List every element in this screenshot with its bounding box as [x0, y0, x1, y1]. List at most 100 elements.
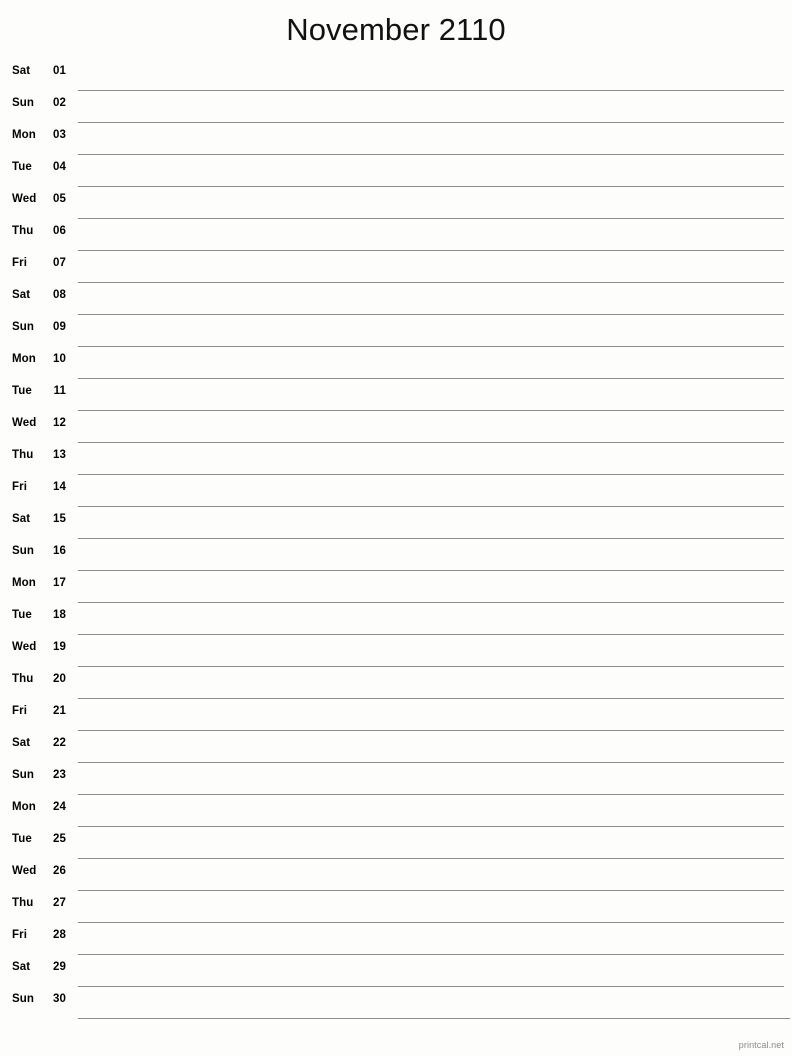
day-label-group: Wed 19	[0, 635, 78, 654]
note-writing-line[interactable]	[78, 187, 784, 219]
day-row: Tue 18	[0, 603, 792, 635]
day-label-group: Fri 07	[0, 251, 78, 270]
date-number: 23	[53, 769, 66, 781]
date-number: 01	[53, 65, 66, 77]
note-writing-line[interactable]	[78, 571, 784, 603]
date-number: 03	[53, 129, 66, 141]
day-row: Mon 17	[0, 571, 792, 603]
footer-brand: printcal.net	[738, 1040, 784, 1050]
note-writing-line[interactable]	[78, 251, 784, 283]
note-writing-line[interactable]	[78, 859, 784, 891]
note-writing-line[interactable]	[78, 155, 784, 187]
note-writing-line[interactable]	[78, 443, 784, 475]
note-writing-line[interactable]	[78, 507, 784, 539]
day-row: Fri 14	[0, 475, 792, 507]
weekday-label: Tue	[12, 609, 32, 621]
note-writing-line[interactable]	[78, 891, 784, 923]
day-row: Thu 13	[0, 443, 792, 475]
weekday-label: Mon	[12, 577, 36, 589]
weekday-label: Sat	[12, 961, 31, 973]
note-writing-line[interactable]	[78, 667, 784, 699]
note-writing-line[interactable]	[78, 59, 784, 91]
day-label-group: Tue 18	[0, 603, 78, 622]
day-label-group: Fri 21	[0, 699, 78, 718]
day-label-group: Wed 26	[0, 859, 78, 878]
weekday-label: Wed	[12, 641, 37, 653]
note-writing-line[interactable]	[78, 987, 790, 1019]
note-writing-line[interactable]	[78, 123, 784, 155]
note-writing-line[interactable]	[78, 603, 784, 635]
date-number: 14	[53, 481, 66, 493]
day-row: Fri 21	[0, 699, 792, 731]
weekday-label: Wed	[12, 865, 37, 877]
date-number: 08	[53, 289, 66, 301]
day-label-group: Sun 30	[0, 987, 78, 1006]
note-writing-line[interactable]	[78, 475, 784, 507]
day-row: Sat 08	[0, 283, 792, 315]
day-label-group: Sat 08	[0, 283, 78, 302]
day-row: Mon 10	[0, 347, 792, 379]
date-number: 18	[53, 609, 66, 621]
weekday-label: Thu	[12, 449, 34, 461]
day-row: Sat 01	[0, 59, 792, 91]
day-label-group: Sat 22	[0, 731, 78, 750]
date-number: 21	[53, 705, 66, 717]
day-row: Thu 27	[0, 891, 792, 923]
day-label-group: Tue 25	[0, 827, 78, 846]
date-number: 19	[53, 641, 66, 653]
date-number: 06	[53, 225, 66, 237]
note-writing-line[interactable]	[78, 315, 784, 347]
date-number: 22	[53, 737, 66, 749]
weekday-label: Wed	[12, 417, 37, 429]
note-writing-line[interactable]	[78, 91, 784, 123]
day-row: Mon 03	[0, 123, 792, 155]
date-number: 09	[53, 321, 66, 333]
day-label-group: Mon 24	[0, 795, 78, 814]
weekday-label: Fri	[12, 481, 27, 493]
note-writing-line[interactable]	[78, 219, 784, 251]
weekday-label: Mon	[12, 801, 36, 813]
note-writing-line[interactable]	[78, 795, 784, 827]
date-number: 16	[53, 545, 66, 557]
day-label-group: Sat 01	[0, 59, 78, 78]
weekday-label: Sat	[12, 513, 31, 525]
date-number: 20	[53, 673, 66, 685]
note-writing-line[interactable]	[78, 635, 784, 667]
weekday-label: Sun	[12, 97, 35, 109]
day-label-group: Thu 13	[0, 443, 78, 462]
note-writing-line[interactable]	[78, 411, 784, 443]
note-writing-line[interactable]	[78, 699, 784, 731]
day-label-group: Sun 02	[0, 91, 78, 110]
date-number: 05	[53, 193, 66, 205]
note-writing-line[interactable]	[78, 379, 784, 411]
day-label-group: Sat 29	[0, 955, 78, 974]
date-number: 12	[53, 417, 66, 429]
day-label-group: Sat 15	[0, 507, 78, 526]
day-label-group: Thu 20	[0, 667, 78, 686]
note-writing-line[interactable]	[78, 763, 784, 795]
day-label-group: Mon 10	[0, 347, 78, 366]
note-writing-line[interactable]	[78, 283, 784, 315]
day-row: Fri 28	[0, 923, 792, 955]
date-number: 29	[53, 961, 66, 973]
note-writing-line[interactable]	[78, 955, 784, 987]
day-row: Tue 04	[0, 155, 792, 187]
date-number: 17	[53, 577, 66, 589]
weekday-label: Fri	[12, 929, 27, 941]
note-writing-line[interactable]	[78, 827, 784, 859]
weekday-label: Sun	[12, 321, 35, 333]
note-writing-line[interactable]	[78, 923, 784, 955]
note-writing-line[interactable]	[78, 347, 784, 379]
note-writing-line[interactable]	[78, 731, 784, 763]
calendar-page: November 2110 Sat 01 Sun 02 Mon 03 Tue 04 Wed 05 T…	[0, 0, 792, 1056]
weekday-label: Mon	[12, 129, 36, 141]
date-number: 07	[53, 257, 66, 269]
date-number: 04	[53, 161, 66, 173]
page-title: November 2110	[286, 12, 506, 47]
day-row: Thu 06	[0, 219, 792, 251]
weekday-label: Thu	[12, 673, 34, 685]
note-writing-line[interactable]	[78, 539, 784, 571]
day-row: Tue 25	[0, 827, 792, 859]
date-number: 25	[53, 833, 66, 845]
weekday-label: Sat	[12, 289, 31, 301]
